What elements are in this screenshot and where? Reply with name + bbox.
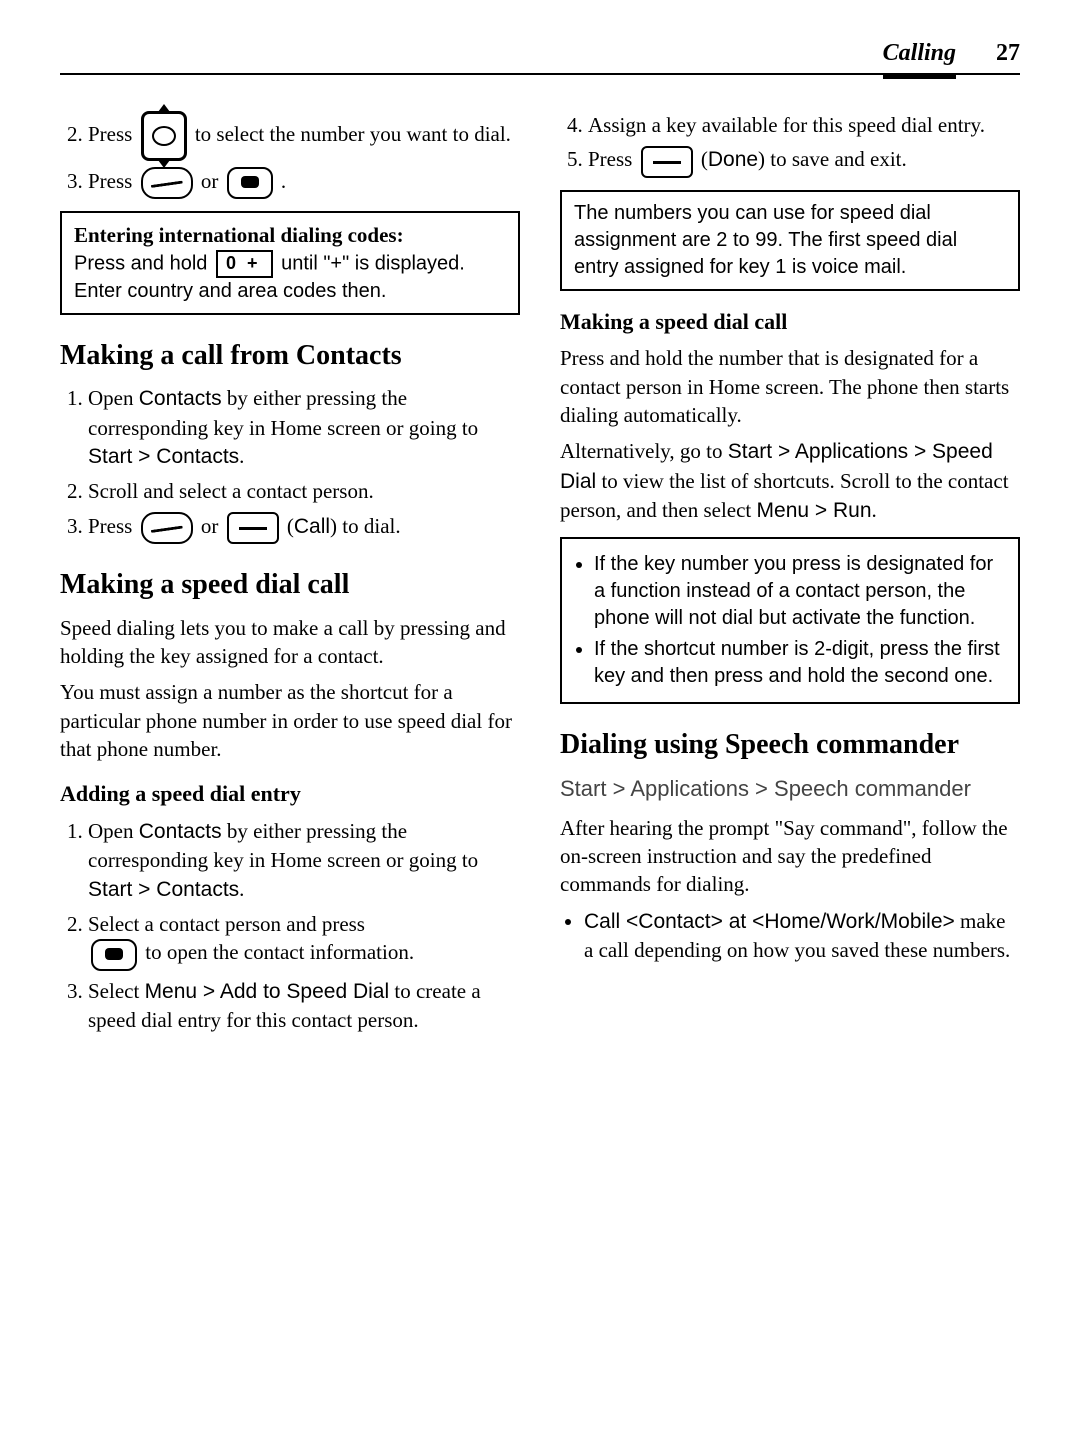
step-3: Press or .	[88, 167, 520, 199]
subheading-making-speed-dial: Making a speed dial call	[560, 307, 1020, 337]
paragraph: After hearing the prompt "Say command", …	[560, 814, 1020, 899]
note-text: The numbers you can use for speed dial a…	[574, 202, 957, 278]
ui-label: Call	[294, 515, 330, 538]
section-title: Calling	[883, 40, 956, 67]
note-item: If the key number you press is designate…	[594, 551, 1006, 632]
ui-path: Menu > Add to Speed Dial	[145, 980, 390, 1003]
zero-plus-key-icon: 0 +	[216, 250, 273, 278]
center-key-icon	[227, 167, 273, 199]
text: or	[201, 514, 224, 538]
ui-path: Start > Contacts	[88, 445, 239, 468]
voice-command-item: Call <Contact> at <Home/Work/Mobile> mak…	[584, 907, 1020, 965]
page-header: Calling 27	[60, 40, 1020, 75]
call-key-icon	[141, 512, 193, 544]
note-list: If the key number you press is designate…	[574, 551, 1006, 690]
center-key-icon	[91, 939, 137, 971]
step: Select Menu > Add to Speed Dial to creat…	[88, 977, 520, 1035]
ui-label: Contacts	[139, 387, 222, 410]
text: Alternatively, go to	[560, 439, 728, 463]
text: or	[201, 169, 224, 193]
two-column-layout: Press to select the number you want to d…	[60, 105, 1020, 1040]
softkey-icon	[641, 146, 693, 178]
note-item: If the shortcut number is 2-digit, press…	[594, 636, 1006, 690]
voice-command-list: Call <Contact> at <Home/Work/Mobile> mak…	[560, 907, 1020, 965]
text: to open the contact information.	[145, 940, 414, 964]
ui-label: Contacts	[139, 820, 222, 843]
continued-steps: Press to select the number you want to d…	[60, 111, 520, 199]
heading-contacts: Making a call from Contacts	[60, 337, 520, 375]
paragraph: You must assign a number as the shortcut…	[60, 678, 520, 763]
text: Open	[88, 819, 139, 843]
step: Open Contacts by either pressing the cor…	[88, 817, 520, 904]
heading-speech-commander: Dialing using Speech commander	[560, 726, 1020, 764]
speed-dial-tips-note: If the key number you press is designate…	[560, 537, 1020, 704]
text: .	[239, 877, 244, 901]
softkey-icon	[227, 512, 279, 544]
page-number: 27	[996, 40, 1020, 67]
nav-path: Start > Applications > Speech commander	[560, 774, 1020, 804]
text: Press	[88, 514, 138, 538]
ui-path: Start > Contacts	[88, 878, 239, 901]
voice-command-pattern: Call <Contact> at <Home/Work/Mobile>	[584, 910, 955, 933]
text: .	[281, 169, 286, 193]
note-title: Entering international dialing codes:	[74, 221, 506, 249]
text: Select a contact person and press	[88, 912, 365, 936]
add-entry-steps: Open Contacts by either pressing the cor…	[60, 817, 520, 1034]
left-column: Press to select the number you want to d…	[60, 105, 520, 1040]
step: Open Contacts by either pressing the cor…	[88, 384, 520, 471]
right-column: Assign a key available for this speed di…	[560, 105, 1020, 1040]
ui-path: Menu > Run	[757, 499, 872, 522]
intl-codes-note: Entering international dialing codes: Pr…	[60, 211, 520, 314]
text: Press and hold	[74, 252, 213, 274]
text: .	[872, 498, 877, 522]
step: Press or (Call) to dial.	[88, 512, 520, 544]
text: ) to save and exit.	[758, 147, 907, 171]
paragraph: Alternatively, go to Start > Application…	[560, 437, 1020, 525]
manual-page: Calling 27 Press to select the number yo…	[0, 0, 1080, 1100]
speed-dial-range-note: The numbers you can use for speed dial a…	[560, 190, 1020, 291]
step: Scroll and select a contact person.	[88, 477, 520, 505]
text: ) to dial.	[330, 514, 401, 538]
step: Assign a key available for this speed di…	[588, 111, 1020, 139]
text: Press	[588, 147, 638, 171]
text: Open	[88, 386, 139, 410]
text: (	[701, 147, 708, 171]
step: Press (Done) to save and exit.	[588, 145, 1020, 177]
paragraph: Press and hold the number that is design…	[560, 344, 1020, 429]
text: Select	[88, 979, 145, 1003]
call-key-icon	[141, 167, 193, 199]
subheading-add-entry: Adding a speed dial entry	[60, 779, 520, 809]
text: Press	[88, 169, 138, 193]
add-entry-steps-cont: Assign a key available for this speed di…	[560, 111, 1020, 178]
heading-speed-dial: Making a speed dial call	[60, 566, 520, 604]
paragraph: Speed dialing lets you to make a call by…	[60, 614, 520, 671]
text: (	[287, 514, 294, 538]
ui-label: Done	[708, 148, 758, 171]
text: to select the number you want to dial.	[195, 122, 511, 146]
text: .	[239, 444, 244, 468]
step-2: Press to select the number you want to d…	[88, 111, 520, 161]
text: Press	[88, 122, 138, 146]
nav-key-icon	[141, 111, 187, 161]
contacts-steps: Open Contacts by either pressing the cor…	[60, 384, 520, 544]
step: Select a contact person and press to ope…	[88, 910, 520, 971]
